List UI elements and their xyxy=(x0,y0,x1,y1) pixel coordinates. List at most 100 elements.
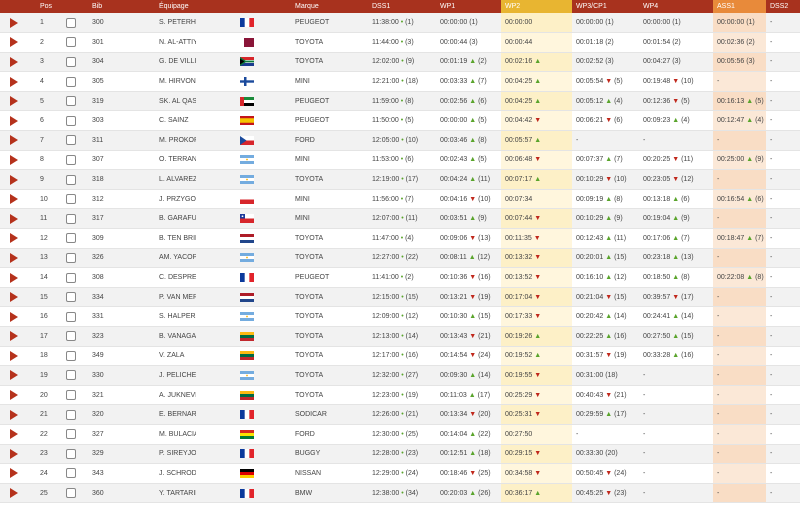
row-checkbox[interactable] xyxy=(66,37,76,48)
play-icon[interactable] xyxy=(10,311,18,322)
play-icon[interactable] xyxy=(10,350,18,361)
play-icon[interactable] xyxy=(10,154,18,165)
table-row[interactable]: 19330J. PELICHETTOYOTA12:32:00 • (27)00:… xyxy=(0,365,800,386)
header-wp1[interactable]: WP1 xyxy=(436,0,501,13)
play-icon[interactable] xyxy=(10,488,18,499)
header-marque[interactable]: Marque xyxy=(295,0,368,13)
table-row[interactable]: 24343J. SCHRODERNISSAN12:29:00 • (24)00:… xyxy=(0,463,800,484)
expand-row-button[interactable] xyxy=(0,365,36,386)
play-icon[interactable] xyxy=(10,292,18,303)
play-icon[interactable] xyxy=(10,115,18,126)
table-row[interactable]: 16331S. HALPERNTOYOTA12:09:00 • (12)00:1… xyxy=(0,306,800,327)
expand-row-button[interactable] xyxy=(0,32,36,53)
row-checkbox[interactable] xyxy=(66,96,76,107)
row-checkbox[interactable] xyxy=(66,292,76,303)
expand-row-button[interactable] xyxy=(0,385,36,406)
header-equipage[interactable]: Équipage xyxy=(155,0,295,13)
play-icon[interactable] xyxy=(10,390,18,401)
row-checkbox[interactable] xyxy=(66,135,76,146)
play-icon[interactable] xyxy=(10,56,18,67)
row-checkbox[interactable] xyxy=(66,76,76,87)
table-row[interactable]: 8 307O. TERRANOVA MINI11:53:00 • (6)00:02:… xyxy=(0,150,800,171)
expand-row-button[interactable] xyxy=(0,189,36,210)
header-bib[interactable]: Bib xyxy=(92,0,155,13)
row-checkbox[interactable] xyxy=(66,488,76,499)
play-icon[interactable] xyxy=(10,331,18,342)
expand-row-button[interactable] xyxy=(0,424,36,445)
table-row[interactable]: 18 349 V. ZALA TOYOTA 12:17:00 • (16) 00:14:5… xyxy=(0,346,800,367)
expand-row-button[interactable] xyxy=(0,287,36,308)
expand-row-button[interactable] xyxy=(0,130,36,151)
expand-row-button[interactable] xyxy=(0,228,36,249)
expand-row-button[interactable] xyxy=(0,326,36,347)
header-wp4[interactable]: WP4 xyxy=(639,0,713,13)
play-icon[interactable] xyxy=(10,194,18,205)
table-row[interactable]: 9 318 L. ALVAREZ TOYOTA 12:19:00 • (17) 00:04… xyxy=(0,169,800,190)
expand-row-button[interactable] xyxy=(0,463,36,484)
row-checkbox[interactable] xyxy=(66,174,76,185)
table-row[interactable]: 4 305M. HIRVONEN MINI12:21:00 • (18)00:03:… xyxy=(0,71,800,92)
expand-row-button[interactable] xyxy=(0,52,36,73)
row-checkbox[interactable] xyxy=(66,311,76,322)
table-row[interactable]: 13326AM. YACOPINITOYOTA12:27:00 • (22)00… xyxy=(0,248,800,269)
expand-row-button[interactable] xyxy=(0,306,36,327)
header-dss1[interactable]: DSS1 xyxy=(368,0,436,13)
play-icon[interactable] xyxy=(10,174,18,185)
expand-row-button[interactable] xyxy=(0,483,36,504)
row-checkbox[interactable] xyxy=(66,409,76,420)
expand-row-button[interactable] xyxy=(0,444,36,465)
expand-row-button[interactable] xyxy=(0,346,36,367)
row-checkbox[interactable] xyxy=(66,213,76,224)
play-icon[interactable] xyxy=(10,17,18,28)
table-row[interactable]: 3304G. DE VILLIERSTOYOTA12:02:00 • (9)00… xyxy=(0,52,800,73)
expand-row-button[interactable] xyxy=(0,13,36,34)
play-icon[interactable] xyxy=(10,429,18,440)
row-checkbox[interactable] xyxy=(66,272,76,283)
play-icon[interactable] xyxy=(10,272,18,283)
row-checkbox[interactable] xyxy=(66,154,76,165)
table-row[interactable]: 23 329P. SIREYJOL BUGGY12:28:00 • (23)00:1… xyxy=(0,444,800,465)
row-checkbox[interactable] xyxy=(66,370,76,381)
play-icon[interactable] xyxy=(10,370,18,381)
play-icon[interactable] xyxy=(10,252,18,263)
play-icon[interactable] xyxy=(10,76,18,87)
play-icon[interactable] xyxy=(10,96,18,107)
play-icon[interactable] xyxy=(10,448,18,459)
expand-row-button[interactable] xyxy=(0,248,36,269)
row-checkbox[interactable] xyxy=(66,252,76,263)
row-checkbox[interactable] xyxy=(66,331,76,342)
row-checkbox[interactable] xyxy=(66,194,76,205)
table-row[interactable]: 12309B. TEN BRINKETOYOTA11:47:00 • (4)00… xyxy=(0,228,800,249)
play-icon[interactable] xyxy=(10,409,18,420)
play-icon[interactable] xyxy=(10,37,18,48)
table-row[interactable]: 20 321A. JUKNEVICIUS TOYOTA12:23:00 • (19)… xyxy=(0,385,800,406)
row-checkbox[interactable] xyxy=(66,115,76,126)
expand-row-button[interactable] xyxy=(0,91,36,112)
play-icon[interactable] xyxy=(10,468,18,479)
header-wp2[interactable]: WP2 xyxy=(501,0,572,13)
table-row[interactable]: 10312J. PRZYGONSKIMINI11:56:00 • (7)00:0… xyxy=(0,189,800,210)
table-row[interactable]: 21320E. BERNARDSODICAR12:26:00 • (21)00:… xyxy=(0,404,800,425)
expand-row-button[interactable] xyxy=(0,150,36,171)
expand-row-button[interactable] xyxy=(0,267,36,288)
table-row[interactable]: 1300S. PETERHANSELPEUGEOT11:38:00 • (1)0… xyxy=(0,13,800,34)
table-row[interactable]: 7 311 M. PROKOP FORD 12:05:00 • (10) 00:03:46… xyxy=(0,130,800,151)
row-checkbox[interactable] xyxy=(66,17,76,28)
table-row[interactable]: 11317B. GARAFULICMINI12:07:00 • (11)00:0… xyxy=(0,208,800,230)
header-ass1[interactable]: ASS1 xyxy=(713,0,766,13)
expand-row-button[interactable] xyxy=(0,169,36,190)
table-row[interactable]: 15 334P. VAN MERKSTEIJN TOYOTA12:15:00 • (… xyxy=(0,287,800,308)
play-icon[interactable] xyxy=(10,233,18,244)
table-row[interactable]: 14308C. DESPRESPEUGEOT11:41:00 • (2)00:1… xyxy=(0,267,800,288)
row-checkbox[interactable] xyxy=(66,448,76,459)
play-icon[interactable] xyxy=(10,135,18,146)
table-row[interactable]: 5319SK. AL QASSIMIPEUGEOT11:59:00 • (8)0… xyxy=(0,91,800,112)
table-row[interactable]: 2301N. AL-ATTIYAHTOYOTA11:44:00 • (3)00:… xyxy=(0,32,800,53)
table-row[interactable]: 6 303 C. SAINZ PEUGEOT 11:50:00 • (5) 00:00:0… xyxy=(0,110,800,132)
row-checkbox[interactable] xyxy=(66,233,76,244)
play-icon[interactable] xyxy=(10,213,18,224)
row-checkbox[interactable] xyxy=(66,468,76,479)
table-row[interactable]: 22 327 M. BULACIA FORD 12:30:00 • (25) 00:14:… xyxy=(0,424,800,445)
expand-row-button[interactable] xyxy=(0,71,36,92)
expand-row-button[interactable] xyxy=(0,404,36,425)
